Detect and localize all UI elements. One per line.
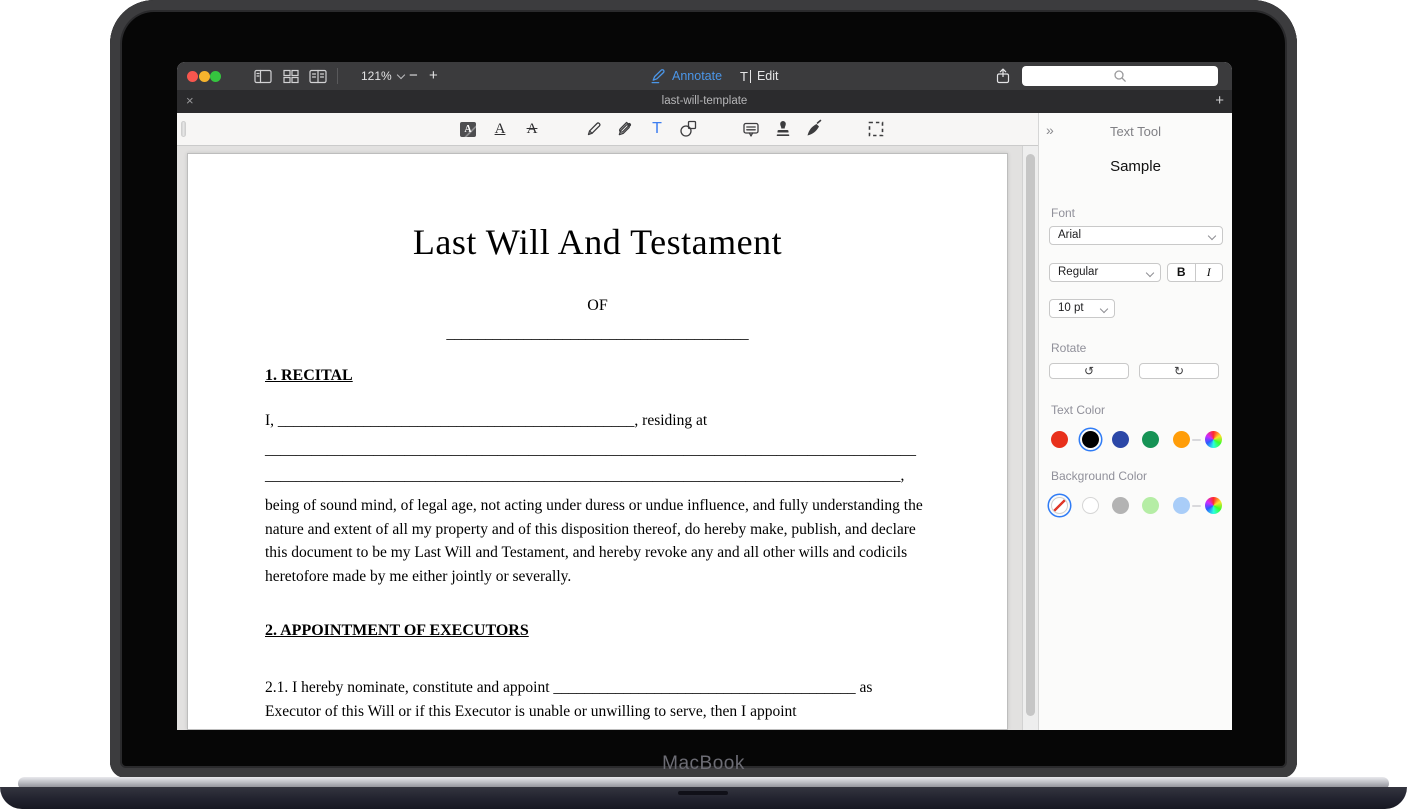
device-label: MacBook bbox=[110, 753, 1297, 775]
text-tool-icon[interactable]: T bbox=[647, 119, 667, 139]
address-blank-line: ________________________________________… bbox=[265, 440, 930, 460]
note-comment-icon[interactable] bbox=[741, 119, 761, 139]
rotate-ccw-icon: ↺ bbox=[1084, 364, 1094, 378]
document-tab-title: last-will-template bbox=[177, 90, 1232, 113]
background-color-label: Background Color bbox=[1051, 469, 1147, 483]
address-blank-line: ________________________________________… bbox=[265, 466, 930, 486]
background-color-swatch-gray[interactable] bbox=[1112, 497, 1129, 514]
background-color-swatch-blue[interactable] bbox=[1173, 497, 1190, 514]
stamp-icon[interactable] bbox=[773, 119, 793, 139]
chevron-down-icon bbox=[1100, 305, 1108, 313]
annotate-mode-tab[interactable]: Annotate bbox=[650, 62, 722, 90]
facing-pages-view-icon[interactable] bbox=[308, 69, 328, 84]
text-color-swatch-black[interactable] bbox=[1082, 431, 1099, 448]
signature-pen-icon[interactable] bbox=[804, 119, 824, 139]
recital-body: being of sound mind, of legal age, not a… bbox=[265, 494, 930, 588]
font-size-select[interactable]: 10 pt bbox=[1049, 299, 1115, 318]
text-color-label: Text Color bbox=[1051, 403, 1105, 417]
swatch-divider bbox=[1192, 505, 1201, 507]
background-color-custom-wheel[interactable] bbox=[1205, 497, 1222, 514]
background-color-swatch-none[interactable] bbox=[1051, 497, 1068, 514]
text-color-swatch-orange[interactable] bbox=[1173, 431, 1190, 448]
select-area-icon[interactable] bbox=[866, 119, 886, 139]
background-color-swatch-green[interactable] bbox=[1142, 497, 1159, 514]
font-section-label: Font bbox=[1051, 206, 1075, 220]
bold-italic-group: B I bbox=[1167, 263, 1223, 282]
document-of-label: OF bbox=[265, 297, 930, 315]
underline-text-icon[interactable]: A bbox=[490, 119, 510, 139]
shapes-icon[interactable] bbox=[678, 119, 698, 139]
font-style-select[interactable]: Regular bbox=[1049, 263, 1161, 282]
app-window: 121% − + Annotate T Edit bbox=[177, 62, 1232, 730]
rotate-section-label: Rotate bbox=[1051, 341, 1086, 355]
macbook-lid-notch bbox=[678, 791, 728, 795]
edit-mode-tab[interactable]: T Edit bbox=[740, 62, 779, 90]
text-cursor-icon: T bbox=[740, 70, 751, 83]
strikethrough-text-icon[interactable]: A bbox=[522, 119, 542, 139]
minimize-window-button[interactable] bbox=[199, 71, 210, 82]
text-color-swatch-blue[interactable] bbox=[1112, 431, 1129, 448]
zoom-out-button[interactable]: − bbox=[409, 62, 418, 90]
text-color-swatch-red[interactable] bbox=[1051, 431, 1068, 448]
sidebar-panel-icon[interactable] bbox=[253, 69, 273, 84]
macbook-mockup: 121% − + Annotate T Edit bbox=[0, 0, 1407, 809]
section-executors-heading: 2. APPOINTMENT OF EXECUTORS bbox=[265, 622, 930, 640]
highlight-text-icon[interactable]: A bbox=[458, 119, 478, 139]
sidebar-title: Text Tool bbox=[1039, 124, 1232, 139]
chevron-down-icon bbox=[396, 71, 404, 79]
annotation-toolbar: A A A T bbox=[177, 113, 1038, 146]
font-sample-preview: Sample bbox=[1039, 158, 1232, 175]
section-recital-heading: 1. RECITAL bbox=[265, 367, 930, 385]
document-title: Last Will And Testament bbox=[265, 221, 930, 263]
close-window-button[interactable] bbox=[187, 71, 198, 82]
pencil-icon[interactable] bbox=[584, 119, 604, 139]
background-color-swatch-white[interactable] bbox=[1082, 497, 1099, 514]
italic-button[interactable]: I bbox=[1196, 264, 1223, 281]
annotate-pen-icon bbox=[650, 68, 666, 84]
tab-bar: × last-will-template + bbox=[177, 90, 1232, 113]
executors-body: 2.1. I hereby nominate, constitute and a… bbox=[265, 676, 930, 723]
chevron-down-icon bbox=[1208, 232, 1216, 240]
zoom-level-dropdown[interactable]: 121% bbox=[361, 62, 404, 90]
chevron-down-icon bbox=[1146, 269, 1154, 277]
search-input[interactable] bbox=[1022, 66, 1218, 86]
new-tab-button[interactable]: + bbox=[1215, 90, 1224, 113]
toolbar-divider bbox=[337, 68, 338, 84]
macbook-screen: 121% − + Annotate T Edit bbox=[110, 0, 1297, 778]
rotate-cw-icon: ↻ bbox=[1174, 364, 1184, 378]
font-family-select[interactable]: Arial bbox=[1049, 226, 1223, 245]
pdf-page: Last Will And Testament OF _____________… bbox=[187, 153, 1008, 730]
text-color-swatch-green[interactable] bbox=[1142, 431, 1159, 448]
scrollbar-thumb[interactable] bbox=[1026, 154, 1035, 716]
rotate-ccw-button[interactable]: ↺ bbox=[1049, 363, 1129, 379]
rotate-cw-button[interactable]: ↻ bbox=[1139, 363, 1219, 379]
zoom-in-button[interactable]: + bbox=[429, 62, 438, 90]
bold-button[interactable]: B bbox=[1168, 264, 1196, 281]
toolbar-drag-handle[interactable] bbox=[181, 121, 186, 137]
swatch-divider bbox=[1192, 439, 1201, 441]
window-titlebar: 121% − + Annotate T Edit bbox=[177, 62, 1232, 90]
fullscreen-window-button[interactable] bbox=[210, 71, 221, 82]
testator-name-blank: _______________________________________ bbox=[265, 325, 930, 343]
thumbnails-view-icon[interactable] bbox=[281, 69, 301, 84]
share-icon[interactable] bbox=[994, 67, 1012, 85]
text-tool-sidebar: » Text Tool Sample Font Arial Regular B … bbox=[1038, 113, 1232, 730]
document-area[interactable]: Last Will And Testament OF _____________… bbox=[177, 146, 1022, 730]
marker-icon[interactable] bbox=[615, 119, 635, 139]
recital-intro-line: I, _____________________________________… bbox=[265, 412, 930, 430]
text-color-custom-wheel[interactable] bbox=[1205, 431, 1222, 448]
vertical-scrollbar[interactable] bbox=[1022, 146, 1038, 730]
